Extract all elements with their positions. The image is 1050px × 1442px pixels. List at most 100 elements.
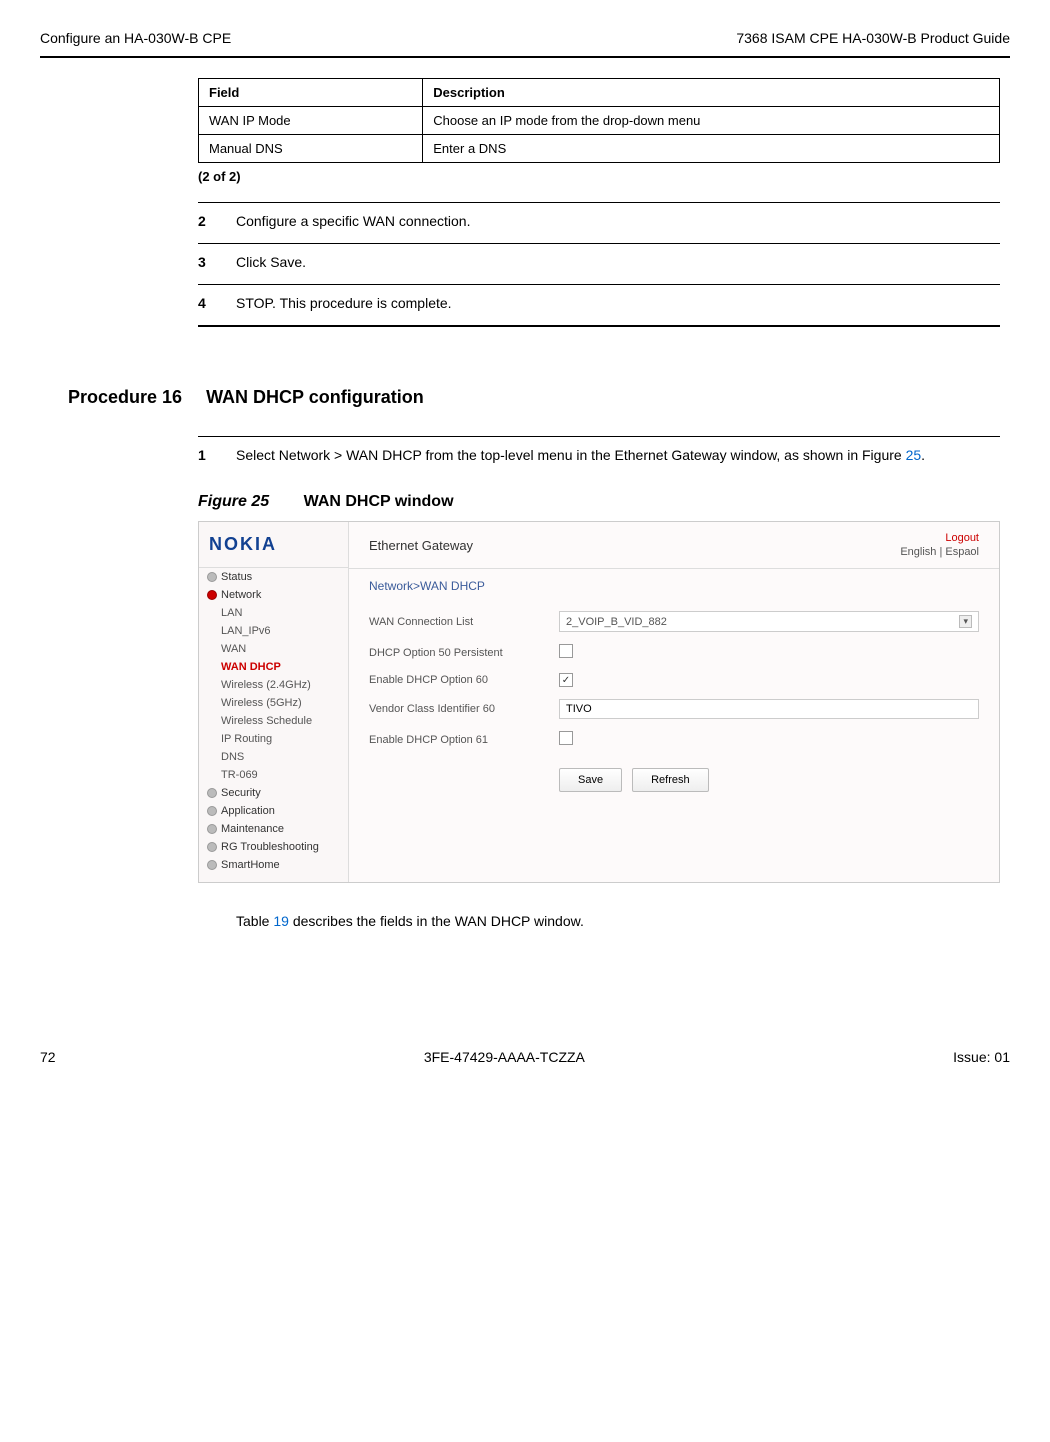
sidebar-item-security[interactable]: Security bbox=[199, 784, 348, 802]
step-2: 2 Configure a specific WAN connection. bbox=[198, 202, 1000, 243]
row-opt60: Enable DHCP Option 60 ✓ bbox=[369, 667, 979, 693]
label-wan-connection: WAN Connection List bbox=[369, 616, 559, 628]
sidebar-item-label: SmartHome bbox=[221, 859, 280, 871]
doc-number: 3FE-47429-AAAA-TCZZA bbox=[424, 1049, 585, 1065]
page-header: Configure an HA-030W-B CPE 7368 ISAM CPE… bbox=[40, 30, 1010, 46]
nokia-logo: NOKIA bbox=[199, 522, 348, 568]
form: WAN Connection List 2_VOIP_B_VID_882 ▾ DH… bbox=[349, 597, 999, 816]
step-text: Configure a specific WAN connection. bbox=[236, 213, 1000, 229]
logout-link[interactable]: Logout bbox=[900, 532, 979, 544]
label-opt61: Enable DHCP Option 61 bbox=[369, 734, 559, 746]
header-rule bbox=[40, 56, 1010, 58]
procedure-number: Procedure 16 bbox=[68, 387, 182, 408]
refresh-button[interactable]: Refresh bbox=[632, 768, 709, 792]
language-links[interactable]: English | Espaol bbox=[900, 546, 979, 558]
after-post: describes the fields in the WAN DHCP win… bbox=[289, 913, 584, 929]
sidebar-item-wandhcp[interactable]: WAN DHCP bbox=[199, 658, 348, 676]
table-row: WAN IP Mode Choose an IP mode from the d… bbox=[199, 107, 1000, 135]
sidebar-item-label: Maintenance bbox=[221, 823, 284, 835]
rg-icon bbox=[207, 842, 217, 852]
step-3: 3 Click Save. bbox=[198, 243, 1000, 284]
issue-number: Issue: 01 bbox=[953, 1049, 1010, 1065]
figure-link[interactable]: 25 bbox=[906, 447, 922, 463]
label-opt50: DHCP Option 50 Persistent bbox=[369, 647, 559, 659]
label-vci: Vendor Class Identifier 60 bbox=[369, 703, 559, 715]
header-left: Configure an HA-030W-B CPE bbox=[40, 30, 231, 46]
header-right: 7368 ISAM CPE HA-030W-B Product Guide bbox=[736, 30, 1010, 46]
label-opt60: Enable DHCP Option 60 bbox=[369, 674, 559, 686]
security-icon bbox=[207, 788, 217, 798]
row-opt61: Enable DHCP Option 61 bbox=[369, 725, 979, 754]
save-button[interactable]: Save bbox=[559, 768, 622, 792]
cell-field: Manual DNS bbox=[199, 135, 423, 163]
step-text: Click Save. bbox=[236, 254, 1000, 270]
smarthome-icon bbox=[207, 860, 217, 870]
procedure-title: WAN DHCP configuration bbox=[206, 387, 424, 408]
breadcrumb: Network>WAN DHCP bbox=[349, 569, 999, 597]
button-row: Save Refresh bbox=[559, 768, 979, 792]
field-table: Field Description WAN IP Mode Choose an … bbox=[198, 78, 1000, 163]
row-wan-connection: WAN Connection List 2_VOIP_B_VID_882 ▾ bbox=[369, 605, 979, 638]
network-icon bbox=[207, 590, 217, 600]
select-value: 2_VOIP_B_VID_882 bbox=[566, 616, 667, 628]
figure-caption: Figure 25 WAN DHCP window bbox=[198, 493, 1000, 511]
sidebar-item-wireless24[interactable]: Wireless (2.4GHz) bbox=[199, 676, 348, 694]
sidebar-item-dns[interactable]: DNS bbox=[199, 748, 348, 766]
main-panel: Ethernet Gateway Logout English | Espaol… bbox=[349, 522, 999, 882]
figure-number: Figure 25 bbox=[198, 493, 269, 510]
sidebar-item-lan[interactable]: LAN bbox=[199, 604, 348, 622]
cell-field: WAN IP Mode bbox=[199, 107, 423, 135]
sidebar-item-smarthome[interactable]: SmartHome bbox=[199, 856, 348, 874]
sidebar-item-wschedule[interactable]: Wireless Schedule bbox=[199, 712, 348, 730]
sidebar-item-wan[interactable]: WAN bbox=[199, 640, 348, 658]
wan-connection-select[interactable]: 2_VOIP_B_VID_882 ▾ bbox=[559, 611, 979, 632]
main-header: Ethernet Gateway Logout English | Espaol bbox=[349, 522, 999, 569]
status-icon bbox=[207, 572, 217, 582]
sidebar-item-application[interactable]: Application bbox=[199, 802, 348, 820]
sidebar-item-label: Status bbox=[221, 571, 252, 583]
cell-desc: Enter a DNS bbox=[423, 135, 1000, 163]
sidebar: NOKIA Status Network LAN LAN_IPv6 WAN WA… bbox=[199, 522, 349, 882]
chevron-down-icon: ▾ bbox=[959, 615, 972, 628]
content-area: Field Description WAN IP Mode Choose an … bbox=[198, 78, 1000, 327]
th-field: Field bbox=[199, 79, 423, 107]
row-vci: Vendor Class Identifier 60 bbox=[369, 693, 979, 725]
step-text: Select Network > WAN DHCP from the top-l… bbox=[236, 447, 1000, 463]
row-opt50: DHCP Option 50 Persistent bbox=[369, 638, 979, 667]
figure-title-text: WAN DHCP window bbox=[304, 493, 454, 510]
cell-desc: Choose an IP mode from the drop-down men… bbox=[423, 107, 1000, 135]
step-number: 3 bbox=[198, 254, 218, 270]
sidebar-item-status[interactable]: Status bbox=[199, 568, 348, 586]
vci-input[interactable] bbox=[559, 699, 979, 719]
application-icon bbox=[207, 806, 217, 816]
sidebar-item-wireless5[interactable]: Wireless (5GHz) bbox=[199, 694, 348, 712]
step1-pre: Select Network > WAN DHCP from the top-l… bbox=[236, 447, 906, 463]
checkbox-opt60[interactable]: ✓ bbox=[559, 673, 573, 687]
table-page-note: (2 of 2) bbox=[198, 169, 1000, 184]
sidebar-item-label: Security bbox=[221, 787, 261, 799]
table-link[interactable]: 19 bbox=[273, 913, 289, 929]
sidebar-item-maintenance[interactable]: Maintenance bbox=[199, 820, 348, 838]
page-number: 72 bbox=[40, 1049, 56, 1065]
app-title: Ethernet Gateway bbox=[369, 538, 473, 553]
th-desc: Description bbox=[423, 79, 1000, 107]
step-number: 1 bbox=[198, 447, 218, 463]
sidebar-item-label: Application bbox=[221, 805, 275, 817]
sidebar-item-lanipv6[interactable]: LAN_IPv6 bbox=[199, 622, 348, 640]
page-footer: 72 3FE-47429-AAAA-TCZZA Issue: 01 bbox=[40, 1049, 1010, 1065]
table-row: Manual DNS Enter a DNS bbox=[199, 135, 1000, 163]
step-number: 4 bbox=[198, 295, 218, 311]
checkbox-opt61[interactable] bbox=[559, 731, 573, 745]
after-figure-text: Table 19 describes the fields in the WAN… bbox=[236, 913, 1000, 929]
sidebar-item-rg[interactable]: RG Troubleshooting bbox=[199, 838, 348, 856]
step-number: 2 bbox=[198, 213, 218, 229]
content-area-2: 1 Select Network > WAN DHCP from the top… bbox=[198, 436, 1000, 929]
step-1: 1 Select Network > WAN DHCP from the top… bbox=[198, 436, 1000, 477]
step-4: 4 STOP. This procedure is complete. bbox=[198, 284, 1000, 327]
step1-post: . bbox=[921, 447, 925, 463]
sidebar-item-tr069[interactable]: TR-069 bbox=[199, 766, 348, 784]
sidebar-item-network[interactable]: Network bbox=[199, 586, 348, 604]
sidebar-item-iprouting[interactable]: IP Routing bbox=[199, 730, 348, 748]
screenshot: NOKIA Status Network LAN LAN_IPv6 WAN WA… bbox=[198, 521, 1000, 883]
checkbox-opt50[interactable] bbox=[559, 644, 573, 658]
